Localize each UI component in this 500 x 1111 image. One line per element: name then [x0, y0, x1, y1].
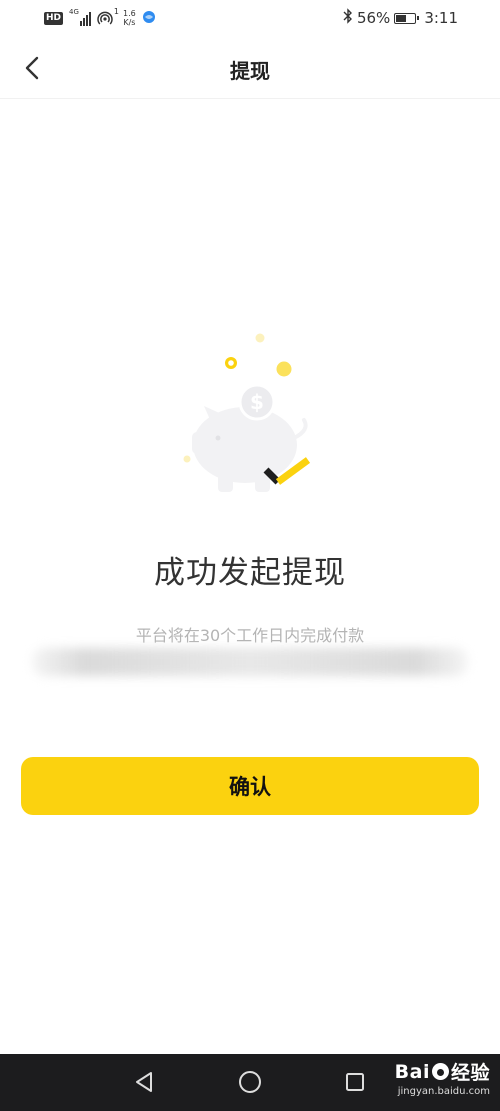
clock-time: 3:11 — [424, 9, 458, 27]
triangle-back-icon — [136, 1072, 152, 1092]
circle-home-icon — [239, 1071, 261, 1093]
watermark-url: jingyan.baidu.com — [397, 1086, 490, 1097]
app-notification-icon — [142, 10, 156, 27]
baidu-jingyan-watermark: Bai 经验 jingyan.baidu.com — [394, 1058, 490, 1098]
system-back-button[interactable] — [129, 1067, 159, 1097]
square-recents-icon — [346, 1073, 364, 1091]
baidu-paw-icon — [431, 1063, 449, 1080]
status-right-group: 56% 3:11 — [343, 8, 458, 28]
small-coin-icon — [255, 333, 265, 343]
dollar-coin-icon: $ — [238, 383, 276, 421]
speed-value: 1.6 — [123, 9, 136, 18]
status-bar: HD 4G 1 1.6 K/s 56% 3:11 — [0, 0, 500, 36]
system-home-button[interactable] — [235, 1067, 265, 1097]
status-left-group: HD 4G 1 1.6 K/s — [44, 7, 156, 27]
network-type-label: 4G — [69, 8, 79, 16]
watermark-logo-right: 经验 — [450, 1062, 490, 1084]
system-nav-bar: Bai 经验 jingyan.baidu.com — [0, 1054, 500, 1111]
success-title: 成功发起提现 — [154, 555, 346, 591]
hd-badge: HD — [44, 11, 64, 25]
confirm-button[interactable]: 确认 — [21, 757, 479, 815]
wifi-badge-label: 1 — [113, 7, 120, 16]
blurred-info-line — [32, 648, 468, 676]
watermark-logo-left: Bai — [394, 1060, 430, 1083]
battery-percent: 56% — [356, 9, 391, 27]
network-speed: 1.6 K/s — [123, 9, 136, 27]
nav-bar: 提现 — [0, 36, 500, 99]
wifi-hotspot-icon: 1 — [97, 7, 120, 26]
piggy-bank-success-illustration: $ — [170, 320, 330, 510]
cellular-signal-icon: 4G — [69, 8, 92, 26]
svg-text:$: $ — [250, 390, 264, 414]
bluetooth-icon — [343, 8, 353, 28]
battery-icon — [394, 12, 420, 24]
success-subtitle: 平台将在30个工作日内完成付款 — [135, 626, 365, 645]
speed-unit: K/s — [123, 18, 136, 27]
coin-icon — [276, 361, 292, 377]
page-title: 提现 — [230, 59, 270, 83]
system-recents-button[interactable] — [340, 1067, 370, 1097]
